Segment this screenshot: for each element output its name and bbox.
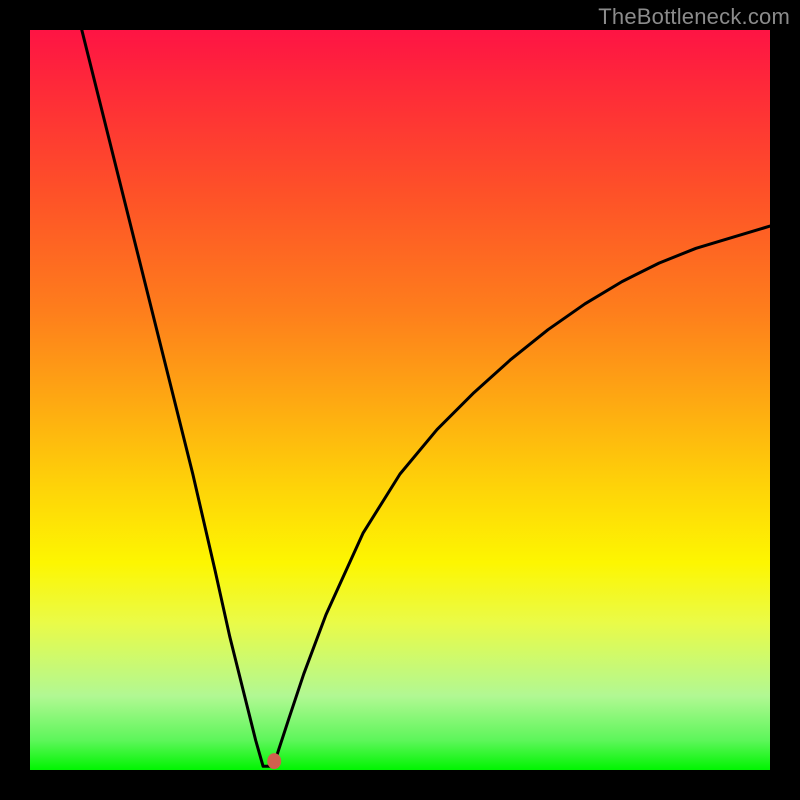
plot-area [30,30,770,770]
min-marker-dot [267,753,281,769]
watermark-text: TheBottleneck.com [598,4,790,30]
chart-svg [30,30,770,770]
chart-frame: TheBottleneck.com [0,0,800,800]
curve-line [82,30,770,766]
